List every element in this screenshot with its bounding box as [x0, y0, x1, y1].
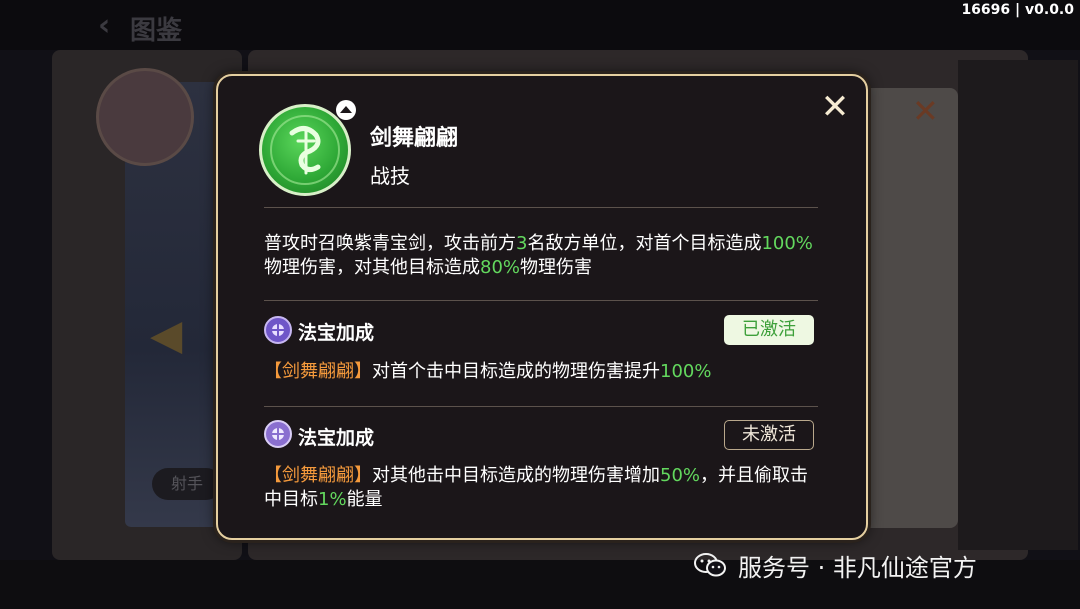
- desc-text: 名敌方单位，对首个目标造成: [527, 233, 762, 254]
- bonus-description: 【剑舞翩翩】对首个击中目标造成的物理伤害提升100%: [264, 360, 820, 384]
- treasure-bonus-icon: [264, 420, 292, 448]
- desc-number: 80%: [480, 257, 521, 278]
- divider: [264, 207, 818, 208]
- wechat-icon: [694, 552, 726, 578]
- card-close-icon[interactable]: ✕: [912, 92, 939, 130]
- close-icon[interactable]: ✕: [818, 90, 852, 124]
- skill-name: 剑舞翩翩: [370, 126, 459, 151]
- bonus-number: 50%: [660, 465, 701, 486]
- detail-card: [862, 88, 958, 528]
- watermark-text: 服务号 · 非凡仙途官方: [738, 554, 977, 582]
- desc-number: 100%: [761, 233, 813, 254]
- desc-number: 3: [516, 233, 528, 254]
- desc-text: 物理伤害: [520, 257, 593, 278]
- bonus-text: 能量: [346, 489, 383, 510]
- treasure-bonus-icon: [264, 316, 292, 344]
- bonus-number: 100%: [660, 361, 712, 382]
- skill-description: 普攻时召唤紫青宝剑，攻击前方3名敌方单位，对首个目标造成100% 物理伤害，对其他…: [264, 232, 820, 280]
- bonus-title: 法宝加成: [298, 427, 375, 449]
- weapon-avatar[interactable]: [96, 68, 194, 166]
- back-chevron-icon[interactable]: ‹: [98, 8, 110, 43]
- status-badge-active: 已激活: [724, 315, 814, 345]
- skill-tag: 【剑舞翩翩】: [264, 361, 372, 382]
- skill-type: 战技: [370, 164, 410, 188]
- page-title: 图鉴: [130, 16, 183, 46]
- status-badge-inactive: 未激活: [724, 420, 814, 450]
- skill-tag: 【剑舞翩翩】: [264, 465, 372, 486]
- bonus-title: 法宝加成: [298, 322, 375, 344]
- divider: [264, 406, 818, 407]
- divider: [264, 300, 818, 301]
- bonus-text: 对其他击中目标造成的物理伤害增加: [372, 465, 660, 486]
- version-label: 16696 | v0.0.0: [961, 2, 1074, 18]
- role-label: 射手: [152, 468, 222, 500]
- bonus-text: 对首个击中目标造成的物理伤害提升: [372, 361, 660, 382]
- side-strip: [958, 60, 1078, 550]
- desc-text: 普攻时召唤紫青宝剑，攻击前方: [264, 233, 516, 254]
- bonus-number: 1%: [318, 489, 347, 510]
- desc-text: 物理伤害，对其他目标造成: [264, 257, 480, 278]
- previous-arrow-icon[interactable]: ◀: [150, 310, 182, 359]
- bonus-description: 【剑舞翩翩】对其他击中目标造成的物理伤害增加50%，并且偷取击中目标1%能量: [264, 464, 820, 512]
- caret-up-icon: [336, 100, 356, 120]
- sword-dance-skill-icon: [259, 104, 351, 196]
